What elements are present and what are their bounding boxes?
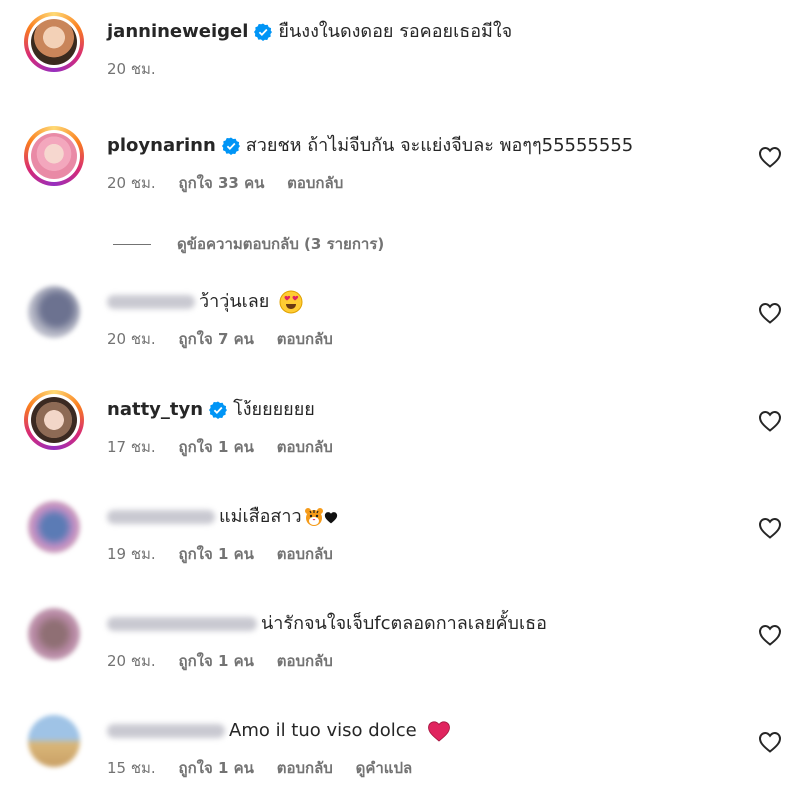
comment-time: 15 ชม. <box>107 759 156 777</box>
avatar[interactable] <box>24 604 84 664</box>
comment-text: ยืนงงในดงดอย รอคอยเธอมีใจ <box>278 21 513 42</box>
comment-text: น่ารักจนใจเจ็บfcตลอดกาลเลยคั้บเธอ <box>261 613 547 634</box>
black-heart-emoji <box>324 511 337 523</box>
likes-count[interactable]: ถูกใจ 1 คน <box>178 652 253 670</box>
comment-text: ว้าวุ่นเลย <box>199 291 270 312</box>
comment-meta: 20 ชม. ถูกใจ 7 คน ตอบกลับ <box>107 327 351 351</box>
reply-button[interactable]: ตอบกลับ <box>277 652 333 670</box>
heart-outline-icon[interactable] <box>758 302 782 324</box>
comment-text: สวยชห ถ้าไม่จีบกัน จะแย่งจีบละ พอๆๆ55555… <box>245 135 634 156</box>
comment-username[interactable]: jannineweigel <box>107 20 248 44</box>
likes-count[interactable]: ถูกใจ 7 คน <box>178 330 253 348</box>
avatar[interactable] <box>24 12 84 72</box>
avatar[interactable] <box>24 126 84 186</box>
heart-outline-icon[interactable] <box>758 146 782 168</box>
comment-time: 20 ชม. <box>107 330 156 348</box>
reply-button[interactable]: ตอบกลับ <box>277 545 333 563</box>
avatar[interactable] <box>24 390 84 450</box>
reply-button[interactable]: ตอบกลับ <box>277 759 333 777</box>
heart-eyes-emoji <box>279 290 303 314</box>
comment-meta: 20 ชม. ถูกใจ 1 คน ตอบกลับ <box>107 649 351 673</box>
comment-text: Amo il tuo viso dolce <box>229 720 417 741</box>
comment-text: แม่เสือสาว <box>219 506 302 527</box>
heart-outline-icon[interactable] <box>758 517 782 539</box>
comment-item: ploynarinn สวยชห ถ้าไม่จีบกัน จะแย่งจีบล… <box>0 126 800 226</box>
tiger-emoji <box>304 508 323 526</box>
reply-button[interactable]: ตอบกลับ <box>287 174 343 192</box>
comment-time: 19 ชม. <box>107 545 156 563</box>
comment-item: น่ารักจนใจเจ็บfcตลอดกาลเลยคั้บเธอ 20 ชม.… <box>0 604 800 704</box>
verified-badge-icon <box>254 23 273 41</box>
comment-meta: 17 ชม. ถูกใจ 1 คน ตอบกลับ <box>107 435 351 459</box>
comment-username[interactable]: natty_tyn <box>107 398 203 422</box>
likes-count[interactable]: ถูกใจ 1 คน <box>178 759 253 777</box>
comment-item: ว้าวุ่นเลย 20 ชม. ถูกใจ 7 คน ตอบกลับ <box>0 282 800 382</box>
comment-time: 20 ชม. <box>107 60 156 78</box>
blurred-username[interactable] <box>107 617 257 631</box>
heart-outline-icon[interactable] <box>758 624 782 646</box>
avatar[interactable] <box>24 497 84 557</box>
blurred-username[interactable] <box>107 295 195 309</box>
comment-item: natty_tyn โง้ยยยยยย 17 ชม. ถูกใจ 1 คน ตอ… <box>0 390 800 490</box>
divider <box>113 243 151 245</box>
red-heart-emoji <box>427 721 450 742</box>
heart-outline-icon[interactable] <box>758 731 782 753</box>
comment-time: 17 ชม. <box>107 438 156 456</box>
comment-meta: 19 ชม. ถูกใจ 1 คน ตอบกลับ <box>107 542 351 566</box>
comment-item: แม่เสือสาว 19 ชม. ถูกใจ 1 คน ตอบกลับ <box>0 497 800 597</box>
verified-badge-icon <box>221 137 240 155</box>
comment-meta: 20 ชม. ถูกใจ 33 คน ตอบกลับ <box>107 171 361 195</box>
avatar[interactable] <box>24 711 84 771</box>
comment-time: 20 ชม. <box>107 652 156 670</box>
comment-username[interactable]: ploynarinn <box>107 134 216 158</box>
comment-meta: 15 ชม. ถูกใจ 1 คน ตอบกลับ ดูคำแปล <box>107 756 430 780</box>
comment-text: โง้ยยยยยย <box>233 399 315 420</box>
heart-outline-icon[interactable] <box>758 410 782 432</box>
likes-count[interactable]: ถูกใจ 33 คน <box>178 174 264 192</box>
likes-count[interactable]: ถูกใจ 1 คน <box>178 438 253 456</box>
blurred-username[interactable] <box>107 724 225 738</box>
avatar[interactable] <box>24 282 84 342</box>
see-translation-button[interactable]: ดูคำแปล <box>356 759 413 777</box>
reply-button[interactable]: ตอบกลับ <box>277 438 333 456</box>
view-replies-button[interactable]: ดูข้อความตอบกลับ (3 รายการ) <box>113 232 384 256</box>
view-replies-label: ดูข้อความตอบกลับ (3 รายการ) <box>177 235 385 253</box>
comment-meta: 20 ชม. <box>107 57 174 81</box>
likes-count[interactable]: ถูกใจ 1 คน <box>178 545 253 563</box>
comment-time: 20 ชม. <box>107 174 156 192</box>
comment-item: jannineweigel ยืนงงในดงดอย รอคอยเธอมีใจ … <box>0 12 800 112</box>
verified-badge-icon <box>209 401 228 419</box>
blurred-username[interactable] <box>107 510 215 524</box>
reply-button[interactable]: ตอบกลับ <box>277 330 333 348</box>
comment-item: Amo il tuo viso dolce 15 ชม. ถูกใจ 1 คน … <box>0 711 800 811</box>
